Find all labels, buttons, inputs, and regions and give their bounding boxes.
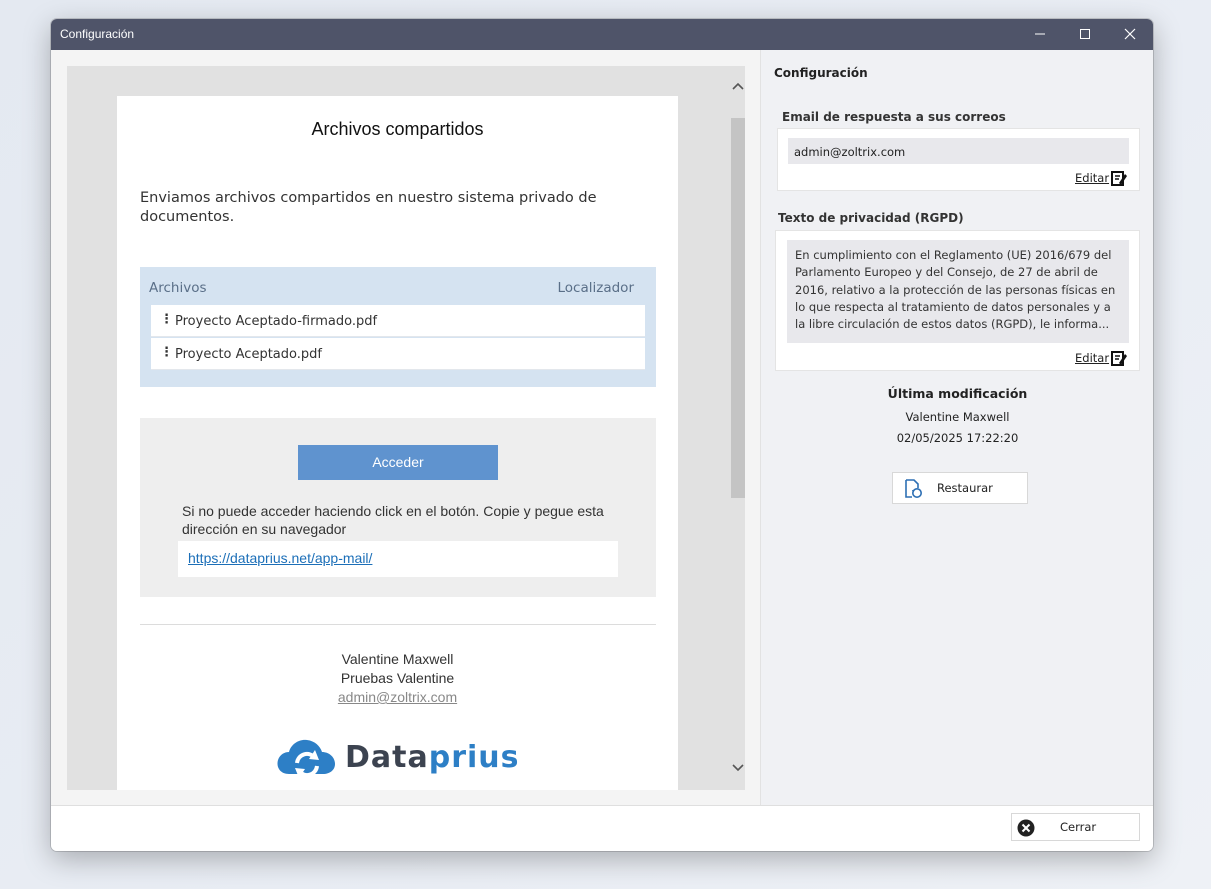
files-header: Archivos	[149, 280, 207, 296]
logo-text-part1: Data	[345, 740, 429, 775]
locator-header: Localizador	[557, 280, 634, 296]
email-title: Archivos compartidos	[311, 119, 484, 139]
close-icon	[1124, 28, 1136, 40]
privacy-label: Texto de privacidad (RGPD)	[778, 211, 964, 225]
logo-text-part2: prius	[428, 740, 520, 775]
last-modified-title: Última modificación	[887, 386, 1028, 401]
close-button-label: Cerrar	[1060, 820, 1097, 834]
edit-icon[interactable]	[1111, 350, 1127, 366]
restore-document-icon	[905, 479, 922, 498]
email-preview-pane: Archivos compartidos Enviamos archivos c…	[51, 50, 760, 805]
signature-email-link[interactable]: admin@zoltrix.com	[338, 689, 457, 705]
access-section: Acceder Si no puede acceder haciendo cli…	[140, 418, 656, 597]
chevron-up-icon[interactable]	[731, 80, 745, 94]
email-intro: Enviamos archivos compartidos en nuestro…	[140, 190, 597, 225]
privacy-text: En cumplimiento con el Reglamento (UE) 2…	[787, 240, 1129, 343]
signature-name: Valentine Maxwell	[341, 651, 454, 667]
minimize-icon	[1035, 33, 1045, 35]
reply-email-field: admin@zoltrix.com	[788, 138, 1129, 164]
cloud-sync-icon	[277, 739, 335, 778]
preview-scrollbar[interactable]	[729, 66, 745, 790]
scroll-thumb[interactable]	[731, 118, 745, 498]
maximize-icon	[1080, 29, 1090, 39]
privacy-card: En cumplimiento con el Reglamento (UE) 2…	[775, 230, 1140, 371]
access-button[interactable]: Acceder	[298, 445, 498, 480]
preview-frame[interactable]: Archivos compartidos Enviamos archivos c…	[67, 66, 745, 790]
divider	[140, 624, 656, 625]
access-note: Si no puede acceder haciendo click en el…	[182, 503, 604, 537]
edit-privacy-link[interactable]: Editar	[1075, 351, 1109, 365]
restore-button[interactable]: Restaurar	[892, 472, 1028, 504]
dataprius-logo: Dataprius	[275, 736, 525, 780]
settings-heading: Configuración	[774, 66, 868, 80]
file-name: Proyecto Aceptado-firmado.pdf	[175, 314, 378, 329]
edit-icon[interactable]	[1111, 170, 1127, 186]
config-window: Configuración Archivos compartidos Envia…	[51, 19, 1153, 851]
kebab-menu-icon[interactable]: ⋮	[160, 346, 173, 360]
reply-email-card: admin@zoltrix.com Editar	[777, 128, 1140, 191]
restore-button-label: Restaurar	[937, 481, 993, 495]
chevron-down-icon[interactable]	[731, 760, 745, 774]
reply-email-label: Email de respuesta a sus correos	[782, 110, 1006, 124]
access-url-link[interactable]: https://dataprius.net/app-mail/	[188, 550, 372, 566]
logo-text: Dataprius	[345, 740, 520, 775]
minimize-button[interactable]	[1017, 19, 1063, 50]
window-title: Configuración	[60, 27, 135, 41]
files-table: Archivos Localizador ⋮ Proyecto Aceptado…	[140, 267, 656, 387]
last-modified-user: Valentine Maxwell	[905, 410, 1010, 424]
close-button[interactable]: Cerrar	[1011, 813, 1140, 841]
title-bar: Configuración	[51, 19, 1153, 50]
close-window-button[interactable]	[1107, 19, 1153, 50]
file-row[interactable]: ⋮ Proyecto Aceptado-firmado.pdf	[151, 305, 645, 337]
email-preview: Archivos compartidos Enviamos archivos c…	[117, 96, 678, 790]
edit-email-link[interactable]: Editar	[1075, 171, 1109, 185]
maximize-button[interactable]	[1062, 19, 1108, 50]
url-box: https://dataprius.net/app-mail/	[178, 541, 618, 577]
close-circle-icon	[1017, 819, 1035, 837]
last-modified-date: 02/05/2025 17:22:20	[896, 431, 1019, 445]
signature-email-wrap: admin@zoltrix.com	[117, 689, 678, 705]
file-row[interactable]: ⋮ Proyecto Aceptado.pdf	[151, 338, 645, 370]
signature-company: Pruebas Valentine	[340, 670, 455, 686]
dialog-footer: Cerrar	[51, 805, 1153, 851]
file-name: Proyecto Aceptado.pdf	[175, 347, 322, 362]
settings-pane: Configuración Email de respuesta a sus c…	[760, 50, 1153, 805]
kebab-menu-icon[interactable]: ⋮	[160, 313, 173, 327]
